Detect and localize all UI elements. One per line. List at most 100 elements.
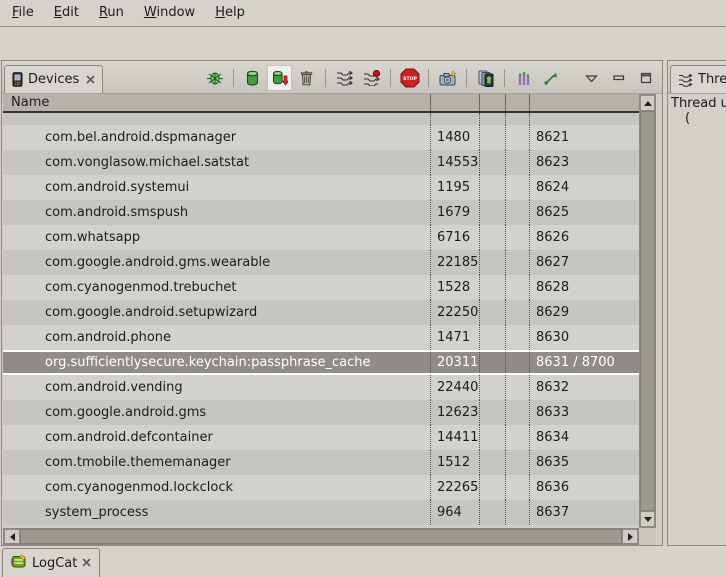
arrow-down-icon [644,517,652,522]
table-row[interactable]: com.whatsapp 6716 8626 [3,225,639,250]
empty-cell [505,500,529,525]
table-row[interactable]: com.cyanogenmod.lockclock 22265 8636 [3,475,639,500]
main-toolbar-empty [0,28,726,59]
process-pid: 1679 [430,200,479,225]
heap-update-icon[interactable] [240,65,265,91]
table-row[interactable]: com.bel.android.dspmanager 1480 8621 [3,125,639,150]
table-row[interactable]: com.google.android.gms 12623 8633 [3,400,639,425]
vertical-scrollbar[interactable] [639,94,656,528]
empty-cell [479,200,505,225]
toolbar-separator [390,69,391,87]
method-profiling-icon[interactable] [359,65,384,91]
empty-cell [479,150,505,175]
empty-cell [479,475,505,500]
scroll-right-button[interactable] [622,529,638,544]
screen-capture-icon[interactable] [435,65,460,91]
empty-cell [479,250,505,275]
table-row[interactable]: com.google.android.gms.wearable 22185 86… [3,250,639,275]
debug-attach-icon[interactable] [202,65,227,91]
scroll-down-button[interactable] [640,511,655,527]
column-header-port[interactable] [529,94,639,111]
empty-cell [479,300,505,325]
empty-cell [479,450,505,475]
table-row[interactable]: com.tmobile.thememanager 1512 8635 [3,450,639,475]
process-name: com.vonglasow.michael.satstat [3,150,430,175]
partial-row [3,113,639,125]
table-row[interactable]: com.android.vending 22440 8632 [3,375,639,400]
process-port: 8634 [529,425,639,450]
empty-cell [505,200,529,225]
stop-process-icon[interactable]: STOP [397,65,422,91]
process-pid: 1512 [430,450,479,475]
scroll-left-button[interactable] [4,529,20,544]
empty-cell [505,400,529,425]
process-name: com.tmobile.thememanager [3,450,430,475]
systrace-icon[interactable] [538,65,563,91]
view-hierarchy-icon[interactable] [473,65,498,91]
close-icon[interactable] [82,556,91,571]
process-port: 8629 [529,300,639,325]
table-row[interactable]: com.android.phone 1471 8630 [3,325,639,350]
menu-edit[interactable]: Edit [44,0,89,26]
process-pid: 12623 [430,400,479,425]
table-row[interactable]: com.android.systemui 1195 8624 [3,175,639,200]
table-row[interactable]: org.sufficientlysecure.keychain:passphra… [3,350,639,375]
process-pid: 6716 [430,225,479,250]
empty-cell [505,125,529,150]
column-header-name[interactable]: Name [3,94,430,111]
table-row[interactable]: com.android.defcontainer 14411 8634 [3,425,639,450]
process-pid: 1195 [430,175,479,200]
toolbar-separator [466,69,467,87]
process-pid: 964 [430,500,479,525]
table-row[interactable]: com.android.smspush 1679 8625 [3,200,639,225]
view-menu-icon[interactable] [579,65,604,91]
process-port: 8627 [529,250,639,275]
empty-cell [529,113,639,125]
process-name: com.bel.android.dspmanager [3,125,430,150]
menu-run[interactable]: Run [89,0,134,26]
tab-logcat[interactable]: LogCat [2,548,100,577]
devices-toolbar: STOP [202,65,658,91]
column-header-pid[interactable] [430,94,479,111]
process-port: 8637 [529,500,639,525]
vertical-scroll-thumb[interactable] [640,111,655,511]
horizontal-scroll-thumb[interactable] [20,529,622,544]
menu-file[interactable]: File [2,0,44,26]
column-header-2[interactable] [479,94,505,111]
process-name: com.google.android.gms.wearable [3,250,430,275]
tab-threads[interactable]: Threa [670,65,726,93]
column-header-3[interactable] [505,94,529,111]
empty-cell [479,125,505,150]
maximize-icon[interactable] [633,65,658,91]
menu-help[interactable]: Help [205,0,255,26]
horizontal-scrollbar[interactable] [3,528,639,545]
arrow-left-icon [10,533,15,541]
devices-tabbar: Devices [2,61,662,94]
process-name: com.android.vending [3,375,430,400]
threads-message-line1: Thread up [668,94,726,111]
process-name: org.sufficientlysecure.keychain:passphra… [3,352,430,373]
menu-bar: File Edit Run Window Help [0,0,726,27]
table-row[interactable]: com.cyanogenmod.trebuchet 1528 8628 [3,275,639,300]
process-port: 8635 [529,450,639,475]
process-port: 8623 [529,150,639,175]
table-row[interactable]: com.google.android.setupwizard 22250 862… [3,300,639,325]
minimize-icon[interactable] [606,65,631,91]
update-threads-icon[interactable] [332,65,357,91]
tab-devices-label: Devices [28,72,79,87]
empty-cell [479,325,505,350]
threads-view: Threa Thread up ( [667,60,726,546]
opengl-trace-icon[interactable] [511,65,536,91]
tab-devices[interactable]: Devices [4,65,103,93]
dump-hprof-icon[interactable] [267,65,292,91]
empty-cell [505,300,529,325]
process-name: system_process [3,500,430,525]
menu-window[interactable]: Window [134,0,205,26]
scroll-up-button[interactable] [640,95,655,111]
table-row[interactable]: system_process 964 8637 [3,500,639,525]
table-row[interactable]: com.vonglasow.michael.satstat 14553 8623 [3,150,639,175]
process-name: com.android.smspush [3,200,430,225]
cause-gc-icon[interactable] [294,65,319,91]
process-pid: 1480 [430,125,479,150]
close-icon[interactable] [86,75,95,84]
